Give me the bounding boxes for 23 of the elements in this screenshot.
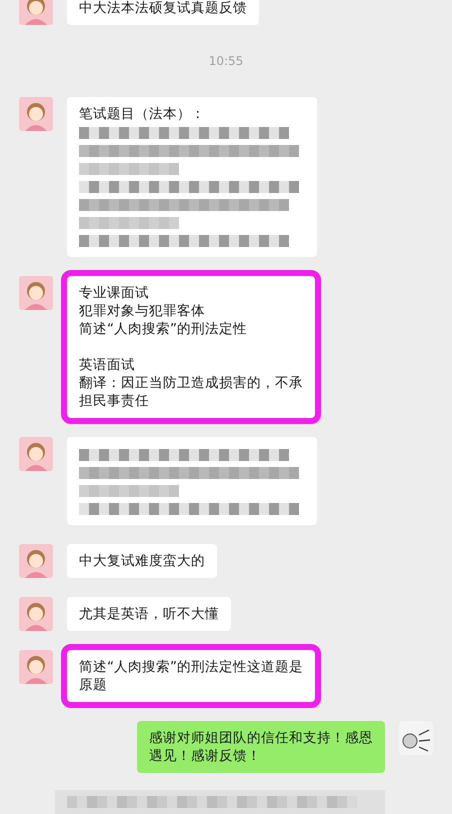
timestamp: 10:55 xyxy=(208,53,244,70)
avatar-icon xyxy=(399,721,433,755)
message-text: 专业课面试 xyxy=(79,284,150,302)
avatar-icon xyxy=(19,650,53,684)
message-text: 犯罪对象与犯罪客体 xyxy=(79,302,206,320)
avatar-icon xyxy=(19,276,53,310)
message-text: 简述“人肉搜索”的刑法定性 xyxy=(79,320,248,338)
message-text: 感谢对师姐团队的信任和支持！感恩 xyxy=(149,729,373,747)
avatar-icon xyxy=(19,0,53,25)
message-text: 中大复试难度蛮大的 xyxy=(79,552,205,570)
message-text: 翻译：因正当防卫造成损害的，不承 xyxy=(79,374,303,392)
message-text: 笔试题目（法本）： xyxy=(79,105,206,123)
avatar-icon xyxy=(19,437,53,471)
message-text: 尤其是英语，听不大懂 xyxy=(79,605,219,623)
avatar-icon xyxy=(19,544,53,578)
avatar-icon xyxy=(19,597,53,631)
message-text: 英语面试 xyxy=(79,356,136,374)
message-text: 简述“人肉搜索”的刑法定性这道题是 xyxy=(79,658,303,676)
message-text: 中大法本法硕复试真题反馈 xyxy=(79,0,247,17)
message-text: 遇见！感谢反馈！ xyxy=(149,747,262,765)
message-text: 原题 xyxy=(79,676,108,694)
message-text: 担民事责任 xyxy=(79,392,150,410)
avatar-icon xyxy=(19,97,53,131)
